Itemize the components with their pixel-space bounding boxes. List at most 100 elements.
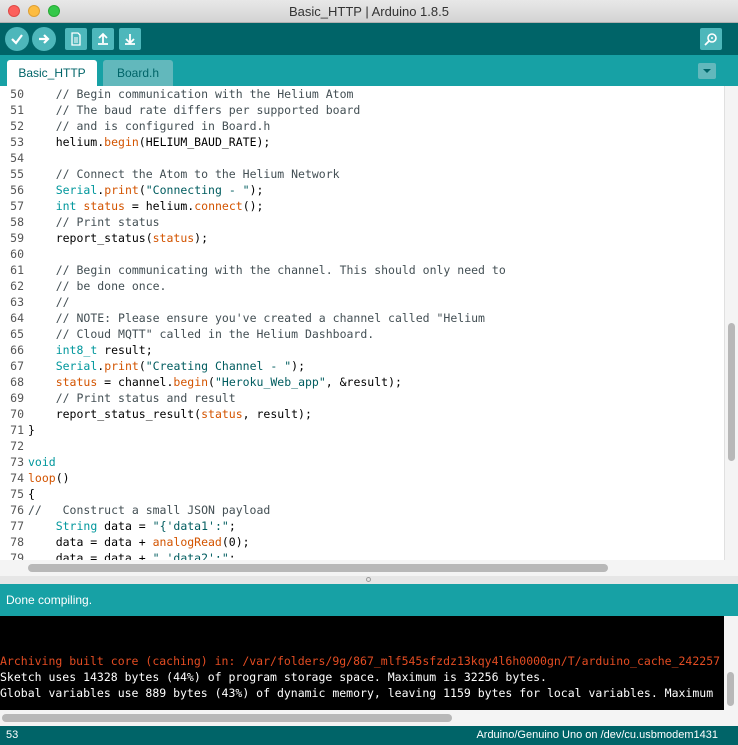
code-line[interactable]: 51 // The baud rate differs per supporte… [0, 103, 724, 119]
code-text[interactable]: // Begin communication with the Helium A… [28, 87, 354, 101]
code-line[interactable]: 72 [0, 439, 724, 455]
console-line: Global variables use 889 bytes (43%) of … [0, 686, 714, 700]
code-text[interactable]: } [28, 423, 35, 437]
code-text[interactable]: int status = helium.connect(); [28, 199, 264, 213]
code-line[interactable]: 78 data = data + analogRead(0); [0, 535, 724, 551]
editor-vertical-scroll-thumb[interactable] [728, 323, 735, 461]
code-line[interactable]: 62 // be done once. [0, 279, 724, 295]
code-line[interactable]: 74 loop() [0, 471, 724, 487]
code-text[interactable]: Serial.print("Creating Channel - "); [28, 359, 305, 373]
arrow-up-icon [98, 32, 108, 45]
open-button[interactable] [92, 28, 114, 50]
code-text[interactable]: // Connect the Atom to the Helium Networ… [28, 167, 340, 181]
code-text[interactable]: report_status_result(status, result); [28, 407, 312, 421]
console-output[interactable]: Archiving built core (caching) in: /var/… [0, 616, 724, 710]
code-line[interactable]: 58 // Print status [0, 215, 724, 231]
code-line[interactable]: 57 int status = helium.connect(); [0, 199, 724, 215]
code-line[interactable]: 64 // NOTE: Please ensure you've created… [0, 311, 724, 327]
console-line: Sketch uses 14328 bytes (44%) of program… [0, 670, 547, 684]
arrow-right-icon [39, 34, 50, 44]
code-line[interactable]: 77 String data = "{'data1':"; [0, 519, 724, 535]
console-vertical-scrollbar[interactable] [724, 616, 738, 710]
code-text[interactable]: void [28, 455, 56, 469]
splitter-handle-icon[interactable] [366, 577, 371, 582]
save-button[interactable] [119, 28, 141, 50]
code-line[interactable]: 63 // [0, 295, 724, 311]
code-line[interactable]: 61 // Begin communicating with the chann… [0, 263, 724, 279]
line-number: 58 [10, 215, 24, 229]
code-line[interactable]: 53 helium.begin(HELIUM_BAUD_RATE); [0, 135, 724, 151]
serial-monitor-button[interactable] [700, 28, 722, 50]
code-text[interactable]: // Begin communicating with the channel.… [28, 263, 506, 277]
line-number: 76 [10, 503, 24, 517]
current-line-number: 53 [6, 729, 19, 741]
code-line[interactable]: 75 { [0, 487, 724, 503]
code-text[interactable]: { [28, 487, 35, 501]
code-line[interactable]: 50 // Begin communication with the Heliu… [0, 87, 724, 103]
footer-bar: 53 Arduino/Genuino Uno on /dev/cu.usbmod… [0, 726, 738, 745]
verify-button[interactable] [5, 27, 29, 51]
code-text[interactable]: // [28, 295, 70, 309]
code-line[interactable]: 54 [0, 151, 724, 167]
tab-basic-http[interactable]: Basic_HTTP [7, 60, 97, 86]
line-number: 68 [10, 375, 24, 389]
line-number: 67 [10, 359, 24, 373]
code-line[interactable]: 69 // Print status and result [0, 391, 724, 407]
tab-menu-button[interactable] [698, 63, 716, 79]
code-text[interactable]: // Print status and result [28, 391, 236, 405]
console-horizontal-scrollbar[interactable] [0, 710, 738, 726]
line-number: 55 [10, 167, 24, 181]
code-text[interactable]: data = data + analogRead(0); [28, 535, 250, 549]
code-text[interactable]: status = channel.begin("Heroku_Web_app",… [28, 375, 402, 389]
line-number: 74 [10, 471, 24, 485]
code-line[interactable]: 79 data = data + ",'data2':"; [0, 551, 724, 560]
console-line: Archiving built core (caching) in: /var/… [0, 654, 721, 668]
line-number: 61 [10, 263, 24, 277]
new-button[interactable] [65, 28, 87, 50]
line-number: 72 [10, 439, 24, 453]
code-text[interactable]: helium.begin(HELIUM_BAUD_RATE); [28, 135, 271, 149]
code-line[interactable]: 67 Serial.print("Creating Channel - "); [0, 359, 724, 375]
editor-horizontal-scrollbar[interactable] [0, 560, 738, 576]
console-vertical-scroll-thumb[interactable] [727, 672, 734, 706]
line-number: 60 [10, 247, 24, 261]
editor-vertical-scrollbar[interactable] [724, 86, 738, 560]
code-text[interactable]: // Construct a small JSON payload [28, 503, 270, 517]
editor-horizontal-scroll-thumb[interactable] [28, 564, 608, 572]
console-horizontal-scroll-thumb[interactable] [2, 714, 452, 722]
code-text[interactable]: String data = "{'data1':"; [28, 519, 236, 533]
code-line[interactable]: 66 int8_t result; [0, 343, 724, 359]
code-text[interactable]: // Cloud MQTT" called in the Helium Dash… [28, 327, 375, 341]
code-text[interactable]: data = data + ",'data2':"; [28, 551, 236, 560]
code-line[interactable]: 52 // and is configured in Board.h [0, 119, 724, 135]
code-line[interactable]: 56 Serial.print("Connecting - "); [0, 183, 724, 199]
code-text[interactable]: report_status(status); [28, 231, 208, 245]
code-editor[interactable]: 50 // Begin communication with the Heliu… [0, 86, 724, 560]
board-port-info: Arduino/Genuino Uno on /dev/cu.usbmodem1… [476, 729, 718, 741]
code-text[interactable]: // and is configured in Board.h [28, 119, 271, 133]
code-text[interactable]: loop() [28, 471, 70, 485]
tab-board-h[interactable]: Board.h [103, 60, 173, 86]
code-line[interactable]: 59 report_status(status); [0, 231, 724, 247]
code-line[interactable]: 71} [0, 423, 724, 439]
code-text[interactable]: Serial.print("Connecting - "); [28, 183, 264, 197]
code-text[interactable]: // be done once. [28, 279, 167, 293]
upload-button[interactable] [32, 27, 56, 51]
code-text[interactable]: int8_t result; [28, 343, 153, 357]
code-line[interactable]: 68 status = channel.begin("Heroku_Web_ap… [0, 375, 724, 391]
code-text[interactable]: // The baud rate differs per supported b… [28, 103, 361, 117]
line-number: 65 [10, 327, 24, 341]
code-line[interactable]: 65 // Cloud MQTT" called in the Helium D… [0, 327, 724, 343]
pane-splitter[interactable] [0, 576, 738, 584]
line-number: 77 [10, 519, 24, 533]
code-line[interactable]: 76 // Construct a small JSON payload [0, 503, 724, 519]
code-line[interactable]: 60 [0, 247, 724, 263]
code-line[interactable]: 70 report_status_result(status, result); [0, 407, 724, 423]
code-text[interactable]: // Print status [28, 215, 160, 229]
line-number: 70 [10, 407, 24, 421]
code-line[interactable]: 73 void [0, 455, 724, 471]
code-line[interactable]: 55 // Connect the Atom to the Helium Net… [0, 167, 724, 183]
line-number: 53 [10, 135, 24, 149]
code-text[interactable]: // NOTE: Please ensure you've created a … [28, 311, 485, 325]
status-bar: Done compiling. [0, 584, 738, 616]
